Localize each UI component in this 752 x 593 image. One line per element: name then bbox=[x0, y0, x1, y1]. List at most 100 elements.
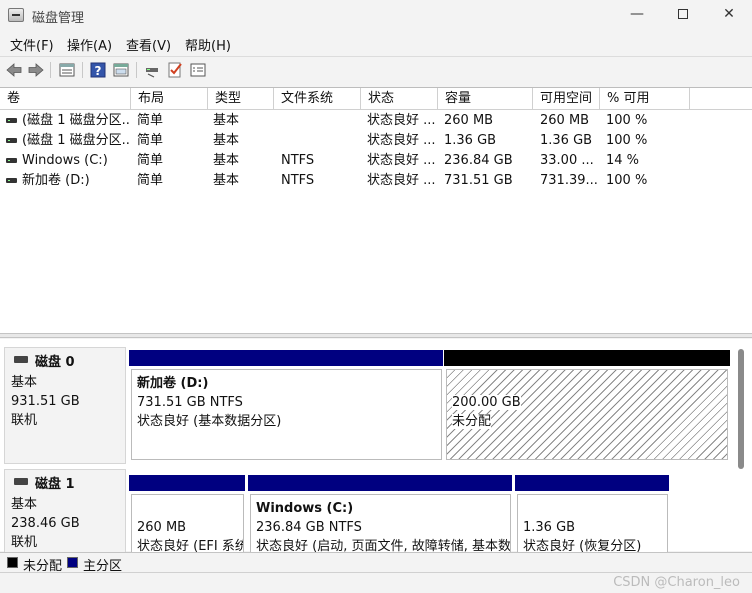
connect-icon[interactable] bbox=[143, 61, 161, 79]
menu-help[interactable]: 帮助(H) bbox=[185, 35, 231, 54]
cell-percent-free: 100 % bbox=[606, 173, 648, 188]
volume-list: 卷 布局 类型 文件系统 状态 容量 可用空间 % 可用 (磁盘 1 磁盘分区.… bbox=[0, 87, 752, 333]
disk-name: 磁盘 0 bbox=[35, 355, 75, 370]
menu-file[interactable]: 文件(F) bbox=[10, 35, 54, 54]
cell-filesystem bbox=[281, 131, 361, 151]
cell-type: 基本 bbox=[213, 173, 240, 188]
volume-icon bbox=[6, 178, 17, 183]
cell-status: 状态良好 ... bbox=[367, 133, 436, 148]
partition-size: 1.36 GB bbox=[523, 520, 576, 535]
cell-capacity: 236.84 GB bbox=[444, 153, 513, 168]
cell-status: 状态良好 ... bbox=[367, 173, 436, 188]
column-type[interactable]: 类型 bbox=[208, 88, 274, 110]
cell-capacity: 1.36 GB bbox=[444, 133, 497, 148]
disk-graphical-view: 磁盘 0 基本 931.51 GB 联机 新加卷 (D:) 731.51 GB … bbox=[0, 339, 752, 554]
menu-bar: 文件(F) 操作(A) 查看(V) 帮助(H) bbox=[0, 32, 752, 54]
partition-title: 新加卷 (D:) bbox=[137, 376, 209, 391]
cell-layout: 简单 bbox=[137, 173, 164, 188]
cell-free-space: 260 MB bbox=[540, 113, 590, 128]
disk-type: 基本 bbox=[11, 497, 38, 512]
column-percent-free[interactable]: % 可用 bbox=[600, 88, 690, 110]
cell-filesystem bbox=[281, 111, 361, 131]
cell-percent-free: 100 % bbox=[606, 133, 648, 148]
partition-recovery[interactable]: 1.36 GB 状态良好 (恢复分区) bbox=[517, 494, 668, 554]
volume-icon bbox=[6, 138, 17, 143]
primary-partition-bar bbox=[129, 350, 443, 366]
back-arrow-icon[interactable] bbox=[5, 61, 23, 79]
partition-status: 未分配 bbox=[452, 414, 492, 429]
cell-filesystem: NTFS bbox=[281, 153, 315, 168]
primary-partition-bar bbox=[248, 475, 512, 491]
check-icon[interactable] bbox=[166, 61, 184, 79]
vertical-scrollbar-thumb[interactable] bbox=[738, 349, 744, 469]
partition-size: 236.84 GB NTFS bbox=[256, 520, 362, 535]
table-row[interactable]: (磁盘 1 磁盘分区... 简单 基本 状态良好 ... 1.36 GB 1.3… bbox=[0, 131, 752, 151]
cell-free-space: 731.39... bbox=[540, 173, 598, 188]
toolbar: ? bbox=[0, 56, 752, 82]
cell-free-space: 1.36 GB bbox=[540, 133, 593, 148]
partition-title: Windows (C:) bbox=[256, 501, 354, 516]
pane-splitter[interactable] bbox=[0, 333, 752, 338]
help-icon[interactable]: ? bbox=[89, 61, 107, 79]
cell-volume: (磁盘 1 磁盘分区... bbox=[22, 133, 130, 148]
forward-arrow-icon[interactable] bbox=[27, 61, 45, 79]
cell-free-space: 33.00 ... bbox=[540, 153, 594, 168]
status-bar: CSDN @Charon_leo bbox=[0, 572, 752, 593]
legend: 未分配 主分区 bbox=[0, 552, 752, 574]
toolbar-separator bbox=[82, 62, 83, 78]
cell-capacity: 260 MB bbox=[444, 113, 494, 128]
title-bar: 磁盘管理 — ✕ bbox=[0, 0, 752, 30]
window-title: 磁盘管理 bbox=[32, 11, 85, 26]
unallocated-bar bbox=[444, 350, 730, 366]
menu-view[interactable]: 查看(V) bbox=[126, 35, 171, 54]
cell-status: 状态良好 ... bbox=[367, 113, 436, 128]
column-capacity[interactable]: 容量 bbox=[438, 88, 533, 110]
properties-icon[interactable] bbox=[189, 61, 207, 79]
partition-c[interactable]: Windows (C:) 236.84 GB NTFS 状态良好 (启动, 页面… bbox=[250, 494, 511, 554]
disk-management-app-icon bbox=[8, 8, 24, 22]
column-layout[interactable]: 布局 bbox=[131, 88, 208, 110]
table-row[interactable]: 新加卷 (D:) 简单 基本 NTFS 状态良好 ... 731.51 GB 7… bbox=[0, 171, 752, 191]
cell-type: 基本 bbox=[213, 113, 240, 128]
cell-capacity: 731.51 GB bbox=[444, 173, 513, 188]
graphical-view-icon[interactable] bbox=[112, 61, 130, 79]
column-free-space[interactable]: 可用空间 bbox=[533, 88, 600, 110]
partition-efi[interactable]: 260 MB 状态良好 (EFI 系统 bbox=[131, 494, 244, 554]
svg-text:?: ? bbox=[95, 64, 102, 78]
disk-icon bbox=[14, 478, 28, 485]
cell-layout: 简单 bbox=[137, 133, 164, 148]
column-volume[interactable]: 卷 bbox=[0, 88, 131, 110]
disk-0-info[interactable]: 磁盘 0 基本 931.51 GB 联机 bbox=[4, 347, 126, 464]
unallocated-space[interactable]: 200.00 GB 未分配 bbox=[446, 369, 728, 460]
cell-layout: 简单 bbox=[137, 113, 164, 128]
column-status[interactable]: 状态 bbox=[361, 88, 438, 110]
table-row[interactable]: (磁盘 1 磁盘分区... 简单 基本 状态良好 ... 260 MB 260 … bbox=[0, 111, 752, 131]
primary-partition-bar bbox=[129, 475, 245, 491]
partition-size: 731.51 GB NTFS bbox=[137, 395, 243, 410]
partition-size: 260 MB bbox=[137, 520, 187, 535]
primary-swatch bbox=[67, 557, 78, 568]
column-filesystem[interactable]: 文件系统 bbox=[274, 88, 361, 110]
toolbar-separator bbox=[136, 62, 137, 78]
cell-percent-free: 14 % bbox=[606, 153, 640, 168]
column-header-row: 卷 布局 类型 文件系统 状态 容量 可用空间 % 可用 bbox=[0, 88, 752, 110]
disk-1-info[interactable]: 磁盘 1 基本 238.46 GB 联机 bbox=[4, 469, 126, 554]
primary-partition-bar bbox=[515, 475, 669, 491]
partition-size: 200.00 GB bbox=[452, 395, 521, 410]
disk-status: 联机 bbox=[11, 413, 38, 428]
close-button[interactable]: ✕ bbox=[706, 0, 752, 30]
partition-d[interactable]: 新加卷 (D:) 731.51 GB NTFS 状态良好 (基本数据分区) bbox=[131, 369, 442, 460]
maximize-button[interactable] bbox=[660, 0, 706, 30]
cell-volume: 新加卷 (D:) bbox=[22, 173, 90, 188]
cell-volume: Windows (C:) bbox=[22, 153, 108, 168]
volume-list-icon[interactable] bbox=[58, 61, 76, 79]
minimize-button[interactable]: — bbox=[614, 0, 660, 30]
volume-icon bbox=[6, 158, 17, 163]
volume-icon bbox=[6, 118, 17, 123]
menu-action[interactable]: 操作(A) bbox=[67, 35, 112, 54]
cell-status: 状态良好 ... bbox=[367, 153, 436, 168]
cell-volume: (磁盘 1 磁盘分区... bbox=[22, 113, 130, 128]
disk-size: 238.46 GB bbox=[11, 516, 80, 531]
table-row[interactable]: Windows (C:) 简单 基本 NTFS 状态良好 ... 236.84 … bbox=[0, 151, 752, 171]
disk-type: 基本 bbox=[11, 375, 38, 390]
